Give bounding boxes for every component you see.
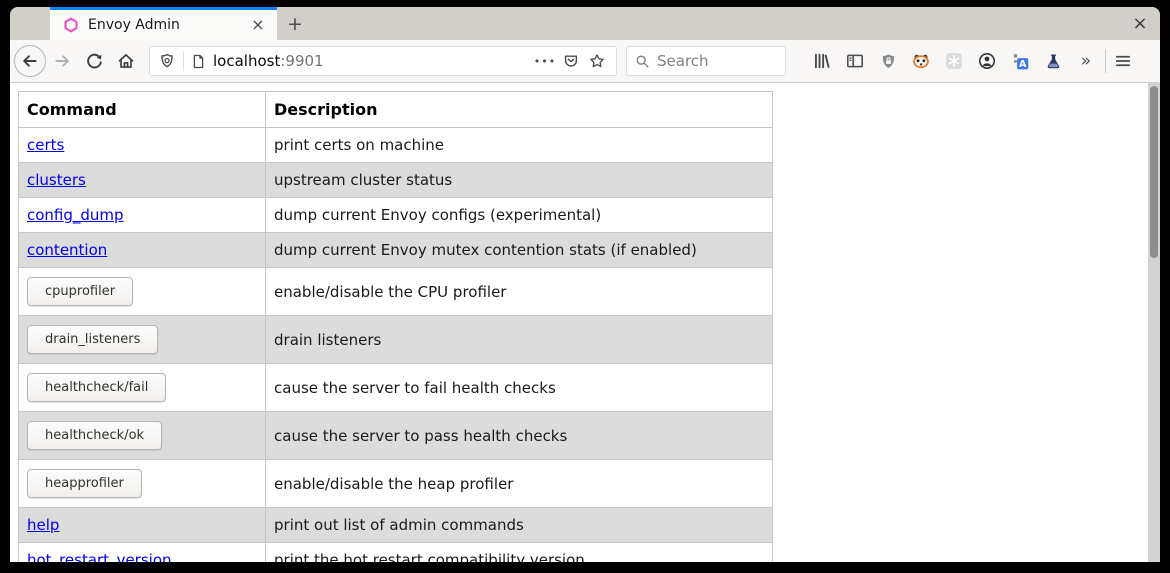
forward-button[interactable]	[46, 45, 78, 77]
translate-extension-icon[interactable]: A	[1010, 51, 1030, 71]
description-cell: dump current Envoy mutex contention stat…	[266, 233, 773, 268]
command-button-cpuprofiler[interactable]: cpuprofiler	[27, 277, 133, 306]
scrollbar-thumb[interactable]	[1150, 86, 1158, 258]
page-actions-dots-icon: •••	[534, 55, 556, 68]
navigation-toolbar: localhost:9901 ••• Search	[10, 40, 1160, 83]
envoy-favicon-icon	[63, 17, 79, 33]
admin-command-table: Command Description certs print certs on …	[18, 91, 773, 562]
description-cell: upstream cluster status	[266, 163, 773, 198]
back-button[interactable]	[14, 45, 46, 77]
description-cell: enable/disable the CPU profiler	[266, 268, 773, 316]
page-content: Command Description certs print certs on …	[10, 83, 1160, 562]
pocket-icon[interactable]	[558, 48, 584, 74]
command-button-healthcheck/fail[interactable]: healthcheck/fail	[27, 373, 166, 402]
command-button-healthcheck/ok[interactable]: healthcheck/ok	[27, 421, 162, 450]
search-placeholder: Search	[657, 52, 709, 70]
command-link-clusters[interactable]: clusters	[27, 171, 86, 189]
command-cell: clusters	[19, 163, 266, 198]
library-icon[interactable]	[812, 51, 832, 71]
command-cell: certs	[19, 128, 266, 163]
description-column-header: Description	[266, 92, 773, 128]
svg-text:A: A	[1019, 59, 1027, 70]
table-row: heapprofiler enable/disable the heap prof…	[19, 460, 773, 508]
search-icon	[635, 54, 650, 69]
possum-extension-icon[interactable]	[911, 51, 931, 71]
command-button-drain_listeners[interactable]: drain_listeners	[27, 325, 158, 354]
command-link-hot_restart_version[interactable]: hot_restart_version	[27, 551, 172, 562]
tab-close-icon[interactable]: ×	[249, 16, 267, 34]
description-cell: cause the server to pass health checks	[266, 412, 773, 460]
command-column-header: Command	[19, 92, 266, 128]
table-row: help print out list of admin commands	[19, 508, 773, 543]
description-cell: print certs on machine	[266, 128, 773, 163]
url-port: :9901	[280, 52, 323, 70]
shield-lock-extension-icon[interactable]	[878, 51, 898, 71]
overflow-glyph: »	[1081, 51, 1091, 71]
tab-envoy-admin[interactable]: Envoy Admin ×	[50, 7, 277, 40]
tabbar-left-spacer	[10, 7, 50, 40]
tabbar-empty-space	[313, 7, 1120, 40]
account-extension-icon[interactable]	[977, 51, 997, 71]
command-cell: healthcheck/fail	[19, 364, 266, 412]
overflow-chevron-icon[interactable]: »	[1076, 51, 1096, 71]
command-cell: config_dump	[19, 198, 266, 233]
command-cell: healthcheck/ok	[19, 412, 266, 460]
screenshot-root: { "browser": { "tab": { "title": "Envoy …	[0, 0, 1170, 573]
url-text[interactable]: localhost:9901	[213, 52, 532, 70]
table-row: certs print certs on machine	[19, 128, 773, 163]
table-row: config_dump dump current Envoy configs (e…	[19, 198, 773, 233]
description-cell: drain listeners	[266, 316, 773, 364]
reload-button[interactable]	[78, 45, 110, 77]
tracking-protection-shield-icon[interactable]	[159, 53, 175, 69]
description-cell: dump current Envoy configs (experimental…	[266, 198, 773, 233]
url-host: localhost	[213, 52, 280, 70]
command-cell: heapprofiler	[19, 460, 266, 508]
tab-title: Envoy Admin	[88, 17, 249, 33]
command-table-head: Command Description	[19, 92, 773, 128]
vertical-scrollbar[interactable]	[1148, 83, 1160, 562]
table-row: clusters upstream cluster status	[19, 163, 773, 198]
table-row: cpuprofiler enable/disable the CPU profil…	[19, 268, 773, 316]
browser-window: Envoy Admin × + ×	[10, 7, 1160, 562]
toolbar-buttons: A »	[812, 51, 1096, 71]
home-button[interactable]	[110, 45, 142, 77]
table-row: healthcheck/fail cause the server to fail…	[19, 364, 773, 412]
command-table-body: certs print certs on machine clusters upstr…	[19, 128, 773, 563]
description-cell: print out list of admin commands	[266, 508, 773, 543]
new-tab-button[interactable]: +	[277, 7, 313, 40]
page-actions-button[interactable]: •••	[532, 48, 558, 74]
toolbar-separator	[1105, 49, 1106, 73]
command-cell: cpuprofiler	[19, 268, 266, 316]
description-cell: cause the server to fail health checks	[266, 364, 773, 412]
command-link-help[interactable]: help	[27, 516, 59, 534]
command-button-heapprofiler[interactable]: heapprofiler	[27, 469, 142, 498]
menu-icon[interactable]	[1113, 51, 1133, 71]
command-cell: help	[19, 508, 266, 543]
snowflake-extension-icon[interactable]	[944, 51, 964, 71]
command-link-certs[interactable]: certs	[27, 136, 64, 154]
window-close-button[interactable]: ×	[1120, 7, 1160, 40]
urlbar-separator	[183, 51, 184, 71]
table-row: hot_restart_version print the hot restart…	[19, 543, 773, 563]
description-cell: enable/disable the heap profiler	[266, 460, 773, 508]
bookmark-star-icon[interactable]	[584, 48, 610, 74]
page-icon[interactable]	[191, 54, 206, 69]
command-cell: drain_listeners	[19, 316, 266, 364]
command-link-config_dump[interactable]: config_dump	[27, 206, 124, 224]
search-input[interactable]: Search	[626, 46, 786, 76]
command-link-contention[interactable]: contention	[27, 241, 107, 259]
table-row: contention dump current Envoy mutex conte…	[19, 233, 773, 268]
url-bar[interactable]: localhost:9901 •••	[149, 46, 617, 76]
command-cell: contention	[19, 233, 266, 268]
tab-bar: Envoy Admin × + ×	[10, 7, 1160, 40]
command-cell: hot_restart_version	[19, 543, 266, 563]
table-row: healthcheck/ok cause the server to pass h…	[19, 412, 773, 460]
description-cell: print the hot restart compatibility vers…	[266, 543, 773, 563]
table-row: drain_listeners drain listeners	[19, 316, 773, 364]
flask-extension-icon[interactable]	[1043, 51, 1063, 71]
sidebar-icon[interactable]	[845, 51, 865, 71]
table-header-row: Command Description	[19, 92, 773, 128]
